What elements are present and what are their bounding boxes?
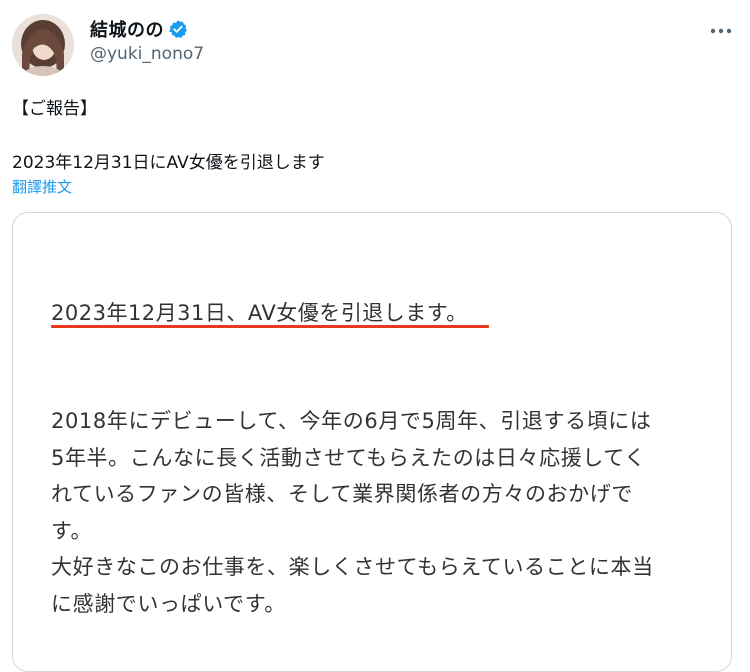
display-name[interactable]: 結城のの bbox=[90, 16, 164, 42]
tweet-text-line-2: 2023年12月31日にAV女優を引退します bbox=[12, 153, 325, 173]
tweet-header: 結城のの @yuki_nono7 bbox=[12, 12, 738, 76]
verified-badge-icon bbox=[168, 19, 188, 39]
translate-tweet-link[interactable]: 翻譯推文 bbox=[12, 176, 72, 197]
card-heading: 2023年12月31日、AV女優を引退します。 bbox=[51, 301, 468, 325]
display-name-row: 結城のの bbox=[90, 16, 204, 42]
tweet-text-line-1: 【ご報告】 bbox=[12, 99, 97, 119]
card-body-line: 2018年にデビューして、今年の6月で5周年、引退する頃には bbox=[51, 409, 652, 433]
card-body-line: 大好きなこのお仕事を、楽しくさせてもらえていることに本当 bbox=[51, 555, 654, 579]
heading-underline bbox=[51, 325, 489, 328]
card-body-line: す。 bbox=[51, 518, 93, 543]
card-body-line: 5年半。こんなに長く活動させてもらえたのは日々応援してく bbox=[51, 445, 646, 470]
profile-avatar[interactable] bbox=[12, 14, 74, 76]
avatar-image bbox=[12, 14, 74, 76]
card-body-line: に感謝でいっぱいです。 bbox=[51, 591, 286, 616]
card-body-text: 2018年にデビューして、今年の6月で5周年、引退する頃には 5年半。こんなに長… bbox=[51, 403, 701, 622]
attached-image-card[interactable]: 2023年12月31日、AV女優を引退します。 2018年にデビューして、今年の… bbox=[12, 212, 732, 672]
author-handle[interactable]: @yuki_nono7 bbox=[90, 44, 204, 64]
card-body-line: れているファンの皆様、そして業界関係者の方々のおかげで bbox=[51, 482, 633, 506]
author-block: 結城のの @yuki_nono7 bbox=[90, 16, 204, 64]
more-options-icon[interactable] bbox=[708, 18, 734, 44]
